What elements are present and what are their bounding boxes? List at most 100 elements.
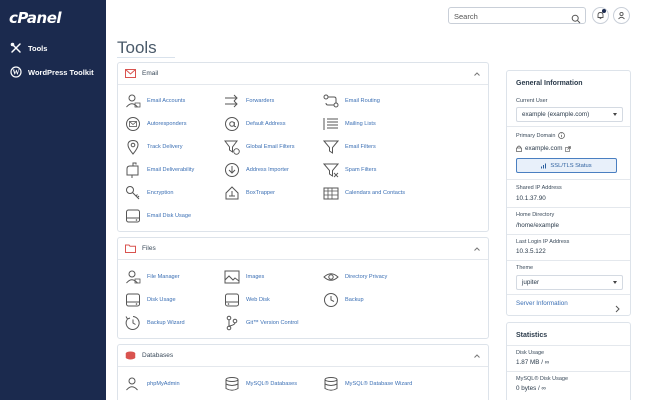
phpmyadmin-icon xyxy=(125,376,141,392)
tool-address-importer[interactable]: Address Importer xyxy=(224,161,289,179)
web-disk-icon xyxy=(224,292,240,308)
tool-label: Email Accounts xyxy=(147,98,186,104)
tool-label: Address Importer xyxy=(246,167,289,173)
email-section-header[interactable]: Email xyxy=(118,63,488,85)
tool-email-filters[interactable]: Email Filters xyxy=(323,138,376,156)
chevron-up-icon[interactable] xyxy=(473,245,481,253)
tool-encryption[interactable]: Encryption xyxy=(125,184,173,202)
section-title: Files xyxy=(142,245,156,252)
tool-label: Directory Privacy xyxy=(345,274,388,280)
tool-label: Images xyxy=(246,274,265,280)
theme-select[interactable]: jupiter xyxy=(516,275,623,290)
databases-section-header[interactable]: Databases xyxy=(118,345,488,367)
tool-directory-privacy[interactable]: Directory Privacy xyxy=(323,268,387,286)
tool-git-version-control[interactable]: Git™ Version Control xyxy=(224,314,299,332)
title-divider xyxy=(117,57,175,58)
tool-email-accounts[interactable]: Email Accounts xyxy=(125,92,185,110)
sidebar-item-wordpress-toolkit[interactable]: W WordPress Toolkit xyxy=(10,64,94,80)
tool-mysql-databases[interactable]: MySQL® Databases xyxy=(224,375,297,393)
statistics-panel: Statistics Disk Usage 1.87 MB / ∞ MySQL®… xyxy=(506,322,631,400)
tool-images[interactable]: Images xyxy=(224,268,264,286)
tool-autoresponders[interactable]: Autoresponders xyxy=(125,115,187,133)
chevron-right-icon[interactable] xyxy=(614,300,621,313)
page-title: Tools xyxy=(117,38,157,57)
tool-file-manager[interactable]: File Manager xyxy=(125,268,180,286)
sidebar-item-tools[interactable]: Tools xyxy=(10,40,47,56)
section-title: Email xyxy=(142,70,159,77)
tool-label: Mailing Lists xyxy=(345,121,376,127)
mysql-disk-usage-value: 0 bytes / ∞ xyxy=(516,385,547,392)
tool-track-delivery[interactable]: Track Delivery xyxy=(125,138,183,156)
tool-boxtrapper[interactable]: BoxTrapper xyxy=(224,184,275,202)
divider xyxy=(507,207,630,208)
file-manager-icon xyxy=(125,269,141,285)
home-directory-label: Home Directory xyxy=(516,212,555,218)
shared-ip-value: 10.1.37.90 xyxy=(516,195,546,202)
divider xyxy=(507,371,630,372)
tool-web-disk[interactable]: Web Disk xyxy=(224,291,270,309)
tool-mailing-lists[interactable]: Mailing Lists xyxy=(323,115,376,133)
files-section-header[interactable]: Files xyxy=(118,238,488,260)
tool-backup[interactable]: Backup xyxy=(323,291,364,309)
tool-disk-usage[interactable]: Disk Usage xyxy=(125,291,176,309)
search-input[interactable] xyxy=(454,11,564,21)
user-accounts-icon xyxy=(125,93,141,109)
map-pin-icon xyxy=(125,139,141,155)
notifications-button[interactable] xyxy=(592,7,609,24)
files-section: Files File Manager Images Directory Priv… xyxy=(117,237,489,339)
info-icon[interactable] xyxy=(558,132,566,139)
divider xyxy=(507,126,630,127)
divider xyxy=(507,179,630,180)
backup-wizard-icon xyxy=(125,315,141,331)
tool-spam-filters[interactable]: Spam Filters xyxy=(323,161,376,179)
key-icon xyxy=(125,185,141,201)
divider xyxy=(507,345,630,346)
primary-domain-value: example.com xyxy=(525,145,563,152)
theme-label: Theme xyxy=(516,265,534,271)
tool-backup-wizard[interactable]: Backup Wizard xyxy=(125,314,185,332)
tool-label: MySQL® Database Wizard xyxy=(345,381,413,387)
tool-label: File Manager xyxy=(147,274,180,280)
wordpress-icon: W xyxy=(10,66,22,78)
tool-email-deliverability[interactable]: Email Deliverability xyxy=(125,161,194,179)
tool-global-email-filters[interactable]: Global Email Filters xyxy=(224,138,295,156)
chevron-up-icon[interactable] xyxy=(473,352,481,360)
routing-icon xyxy=(323,93,339,109)
external-link-icon xyxy=(565,145,572,152)
sidebar-item-label: Tools xyxy=(28,43,48,53)
last-login-ip-value: 10.3.5.122 xyxy=(516,248,546,255)
current-user-select[interactable]: example (example.com) xyxy=(516,107,623,122)
import-icon xyxy=(224,162,240,178)
tool-label: Disk Usage xyxy=(147,297,176,303)
tool-label: Autoresponders xyxy=(147,121,187,127)
divider xyxy=(507,294,630,295)
database-icon xyxy=(125,351,136,360)
tool-mysql-database-wizard[interactable]: MySQL® Database Wizard xyxy=(323,375,412,393)
tool-forwarders[interactable]: Forwarders xyxy=(224,92,274,110)
cpanel-logo[interactable]: cPanel xyxy=(9,9,62,27)
tool-phpmyadmin[interactable]: phpMyAdmin xyxy=(125,375,180,393)
ssl-tls-status-button[interactable]: SSL/TLS Status xyxy=(516,158,617,173)
user-menu-button[interactable] xyxy=(613,7,630,24)
server-information-link[interactable]: Server Information xyxy=(516,300,568,307)
autoresponder-icon xyxy=(125,116,141,132)
search-icon[interactable] xyxy=(571,11,581,24)
tool-default-address[interactable]: Default Address xyxy=(224,115,286,133)
tool-label: Email Filters xyxy=(345,144,376,150)
ssl-button-label: SSL/TLS Status xyxy=(550,162,592,169)
tool-calendars-and-contacts[interactable]: Calendars and Contacts xyxy=(323,184,405,202)
folder-icon xyxy=(125,244,136,253)
disk-usage-value: 1.87 MB / ∞ xyxy=(516,359,550,366)
spam-filter-icon xyxy=(323,162,339,178)
search-box[interactable] xyxy=(448,7,586,24)
sidebar: cPanel Tools W WordPress Toolkit xyxy=(0,0,106,400)
tool-label: Spam Filters xyxy=(345,167,377,173)
chevron-up-icon[interactable] xyxy=(473,70,481,78)
tool-email-routing[interactable]: Email Routing xyxy=(323,92,380,110)
tool-email-disk-usage[interactable]: Email Disk Usage xyxy=(125,207,191,225)
primary-domain-link[interactable]: example.com xyxy=(516,145,572,152)
divider xyxy=(507,260,630,261)
home-directory-value: /home/example xyxy=(516,222,560,229)
database-wizard-icon xyxy=(323,376,339,392)
tool-label: Email Routing xyxy=(345,98,380,104)
